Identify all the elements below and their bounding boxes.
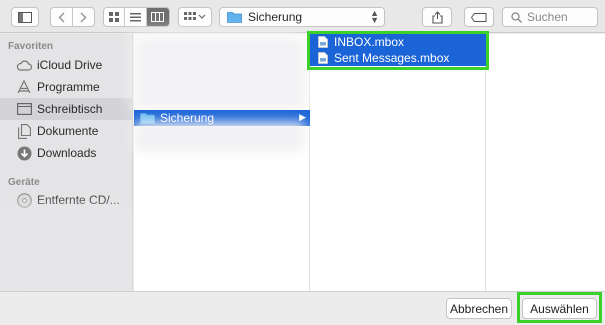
chevron-left-icon xyxy=(58,11,65,23)
folder-icon xyxy=(227,12,242,23)
icon-view-button[interactable] xyxy=(104,8,126,26)
browser-column-2: INBOX.mbox Sent Messages.mbox xyxy=(310,34,486,291)
blurred-content xyxy=(142,130,297,144)
list-item-sicherung[interactable]: Sicherung ▶ xyxy=(134,110,310,126)
list-view-button[interactable] xyxy=(125,8,147,26)
sidebar-toggle-button[interactable] xyxy=(11,7,39,27)
disc-icon xyxy=(16,192,32,208)
search-placeholder: Suchen xyxy=(527,10,568,24)
toolbar: Sicherung ▲ ▼ Suchen xyxy=(0,0,605,33)
share-icon xyxy=(431,10,443,24)
list-icon xyxy=(130,12,142,21)
cancel-button[interactable]: Abbrechen xyxy=(446,298,512,319)
sidebar-item-schreibtisch[interactable]: Schreibtisch xyxy=(0,98,132,120)
search-icon xyxy=(511,11,522,23)
forward-button[interactable] xyxy=(73,8,94,26)
path-popup[interactable]: Sicherung ▲ ▼ xyxy=(219,7,385,27)
group-grid-icon xyxy=(184,12,206,20)
cloud-icon xyxy=(16,57,32,73)
search-field[interactable]: Suchen xyxy=(502,7,598,27)
sidebar-item-dokumente[interactable]: Dokumente xyxy=(0,120,132,142)
sidebar-item-label: iCloud Drive xyxy=(37,58,103,72)
path-popup-label: Sicherung xyxy=(248,10,303,24)
folder-icon xyxy=(140,113,155,124)
columns-icon xyxy=(151,12,165,22)
view-mode-control xyxy=(103,7,170,27)
grid-icon xyxy=(109,12,120,22)
sidebar-item-label: Downloads xyxy=(37,146,97,160)
blurred-content xyxy=(142,44,297,102)
sidebar-icon xyxy=(18,11,32,23)
chevron-right-icon xyxy=(80,11,87,23)
dialog-footer: Abbrechen Auswählen xyxy=(0,291,605,325)
sidebar-item-label: Programme xyxy=(37,80,100,94)
documents-icon xyxy=(16,123,32,139)
sidebar: Favoriten iCloud Drive Programme Schreib… xyxy=(0,34,133,291)
sidebar-item-label: Dokumente xyxy=(37,124,99,138)
list-item-label: Sicherung xyxy=(160,111,215,125)
tag-button[interactable] xyxy=(464,7,494,27)
devices-heading: Geräte xyxy=(8,177,40,188)
browser-column-3 xyxy=(486,34,605,291)
highlight-box-files xyxy=(307,31,489,70)
browser-column-1: Sicherung ▶ xyxy=(134,34,310,291)
tag-icon xyxy=(471,12,487,22)
updown-chevron-icon: ▲ ▼ xyxy=(370,8,379,25)
back-forward-control xyxy=(50,7,95,27)
apps-icon xyxy=(16,79,32,95)
sidebar-item-remote-disc[interactable]: Entfernte CD/... xyxy=(0,189,132,211)
sidebar-item-label: Schreibtisch xyxy=(37,102,103,116)
blurred-sidebar-area xyxy=(6,218,126,278)
column-view-button[interactable] xyxy=(146,8,169,26)
desktop-icon xyxy=(16,101,32,117)
sidebar-item-label: Entfernte CD/... xyxy=(37,193,120,207)
disclosure-arrow-icon: ▶ xyxy=(299,112,306,122)
highlight-box-choose xyxy=(517,292,602,323)
favorites-heading: Favoriten xyxy=(8,41,54,52)
group-by-button[interactable] xyxy=(178,7,212,27)
sidebar-item-programme[interactable]: Programme xyxy=(0,76,132,98)
sidebar-item-downloads[interactable]: Downloads xyxy=(0,142,132,164)
share-button[interactable] xyxy=(422,7,452,27)
downloads-icon xyxy=(16,145,32,161)
back-button[interactable] xyxy=(51,8,73,26)
sidebar-item-icloud-drive[interactable]: iCloud Drive xyxy=(0,54,132,76)
